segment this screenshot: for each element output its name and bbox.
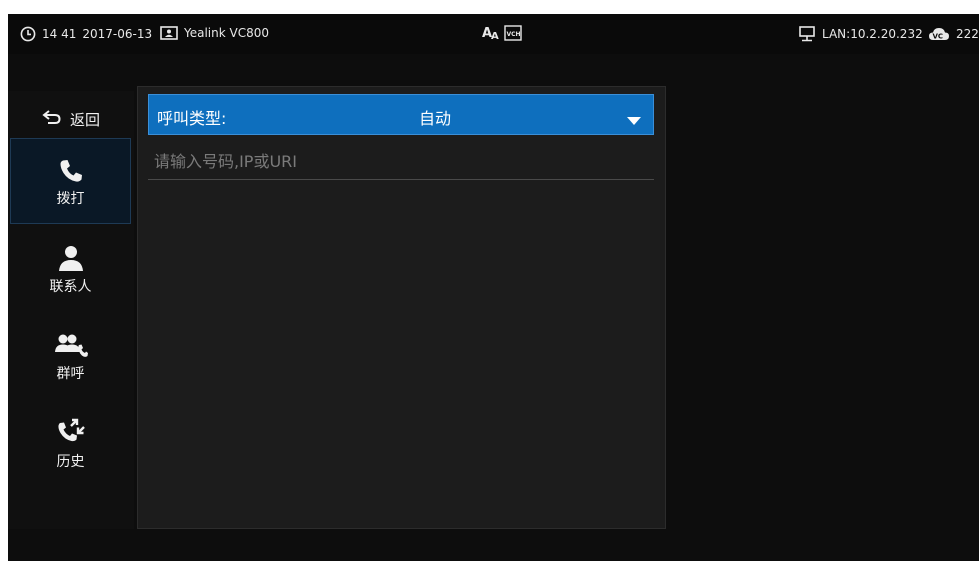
number-input[interactable]: 请输入号码,IP或URI <box>148 143 654 180</box>
number-input-placeholder: 请输入号码,IP或URI <box>154 152 298 171</box>
svg-text:VC: VC <box>933 33 944 41</box>
nav-label-contacts: 联系人 <box>49 279 92 295</box>
device-info: Yealink VC800 <box>160 26 269 40</box>
nav-item-dial[interactable]: 拨打 <box>10 138 131 224</box>
call-type-dropdown[interactable]: 呼叫类型: 自动 <box>148 94 654 135</box>
side-nav: 返回 拨打 联系人 群呼 历史 <box>8 91 134 529</box>
network-text: LAN:10.2.20.232 <box>822 27 923 41</box>
back-label: 返回 <box>69 110 100 129</box>
dial-panel: 呼叫类型: 自动 请输入号码,IP或URI <box>137 86 666 529</box>
nav-item-history[interactable]: 历史 <box>10 401 131 487</box>
svg-text:VCH: VCH <box>507 31 521 38</box>
history-icon <box>56 417 86 447</box>
time-text: 14 41 <box>42 27 77 41</box>
nav-label-dial: 拨打 <box>56 191 85 207</box>
back-arrow-icon <box>42 109 62 129</box>
contact-icon <box>57 242 85 272</box>
network-info: LAN:10.2.20.232 <box>798 26 923 42</box>
datetime: 14 41 2017-06-13 <box>20 26 152 42</box>
vc-cloud-icon: VC <box>928 26 950 42</box>
nav-label-group-call: 群呼 <box>56 366 85 382</box>
group-call-icon <box>54 329 88 359</box>
font-size-icon: A A <box>482 24 502 42</box>
nav-item-group-call[interactable]: 群呼 <box>10 313 131 399</box>
nav-item-contacts[interactable]: 联系人 <box>10 226 131 312</box>
account-text: 2226 <box>956 27 979 41</box>
date-text: 2017-06-13 <box>82 27 153 41</box>
chevron-down-icon <box>627 111 641 130</box>
call-type-label: 呼叫类型: <box>157 109 227 128</box>
status-bar: 14 41 2017-06-13 Yealink VC800 A A VCH L… <box>8 14 979 54</box>
nav-label-history: 历史 <box>56 454 85 470</box>
back-button[interactable]: 返回 <box>8 104 134 134</box>
screen: 14 41 2017-06-13 Yealink VC800 A A VCH L… <box>8 14 979 561</box>
phone-icon <box>58 154 84 184</box>
device-name: Yealink VC800 <box>184 26 270 40</box>
network-icon <box>798 26 816 42</box>
clock-icon <box>20 26 36 42</box>
center-indicators: A A VCH <box>482 24 522 42</box>
account-info: VC 2226 <box>928 26 979 42</box>
device-icon <box>160 26 178 40</box>
vch-icon: VCH <box>504 25 522 41</box>
svg-text:A: A <box>491 31 499 42</box>
call-type-value: 自动 <box>419 109 452 128</box>
